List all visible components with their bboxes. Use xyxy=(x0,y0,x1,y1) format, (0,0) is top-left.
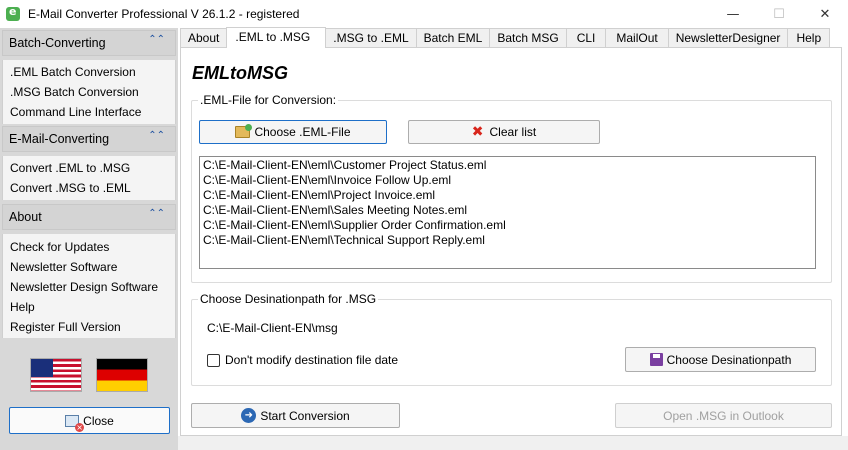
choose-eml-file-button[interactable]: Choose .EML-File xyxy=(199,120,387,144)
sidebar-item-newsletter-software[interactable]: Newsletter Software xyxy=(3,257,175,277)
list-item[interactable]: C:\E-Mail-Client-EN\eml\Supplier Order C… xyxy=(203,218,815,233)
sidebar-item-newsletter-design[interactable]: Newsletter Design Software xyxy=(3,277,175,297)
tab-about[interactable]: About xyxy=(180,28,228,47)
tab-msg-to-eml[interactable]: .MSG to .EML xyxy=(325,28,417,47)
sidebar-item-convert-msg-eml[interactable]: Convert .MSG to .EML xyxy=(3,178,175,198)
sidebar-item-eml-batch[interactable]: .EML Batch Conversion xyxy=(3,62,175,82)
clear-x-icon: ✖ xyxy=(471,124,484,140)
app-logo-icon xyxy=(6,5,20,21)
section-body-batch-converting: .EML Batch Conversion .MSG Batch Convers… xyxy=(2,60,176,124)
us-flag-icon[interactable] xyxy=(30,358,82,392)
destination-group-label: Choose Desinationpath for .MSG xyxy=(198,292,379,306)
tab-bar: About .EML to .MSG .MSG to .EML Batch EM… xyxy=(180,27,831,48)
window-controls: — ☐ ✕ xyxy=(710,0,848,28)
choose-destination-label: Choose Desinationpath xyxy=(666,352,792,367)
close-app-icon xyxy=(65,414,85,432)
sidebar-item-convert-eml-msg[interactable]: Convert .EML to .MSG xyxy=(3,158,175,178)
section-body-about: Check for Updates Newsletter Software Ne… xyxy=(2,234,176,338)
keep-file-date-checkbox[interactable]: Don't modify destination file date xyxy=(207,353,398,367)
eml-file-list[interactable]: C:\E-Mail-Client-EN\eml\Customer Project… xyxy=(199,156,816,269)
section-header-email-converting[interactable]: E-Mail-Converting ⌃⌃ xyxy=(2,126,176,152)
list-item[interactable]: C:\E-Mail-Client-EN\eml\Invoice Follow U… xyxy=(203,173,815,188)
clear-list-button[interactable]: ✖ Clear list xyxy=(408,120,600,144)
choose-destination-button[interactable]: Choose Desinationpath xyxy=(625,347,816,372)
section-body-email-converting: Convert .EML to .MSG Convert .MSG to .EM… xyxy=(2,156,176,200)
tab-mailout[interactable]: MailOut xyxy=(605,28,669,47)
start-conversion-button[interactable]: ➜ Start Conversion xyxy=(191,403,400,428)
bottom-strip xyxy=(178,436,848,450)
section-title: Batch-Converting xyxy=(9,36,106,50)
section-title: E-Mail-Converting xyxy=(9,132,110,146)
language-flags xyxy=(0,344,178,404)
list-item[interactable]: C:\E-Mail-Client-EN\eml\Technical Suppor… xyxy=(203,233,815,248)
arrow-right-icon: ➜ xyxy=(241,408,257,423)
open-msg-outlook-button[interactable]: Open .MSG in Outlook xyxy=(615,403,832,428)
window-title: E-Mail Converter Professional V 26.1.2 -… xyxy=(28,7,300,21)
tab-eml-to-msg[interactable]: .EML to .MSG xyxy=(226,27,327,48)
checkbox-box[interactable] xyxy=(207,353,220,367)
maximize-button[interactable]: ☐ xyxy=(756,0,802,28)
section-header-about[interactable]: About ⌃⌃ xyxy=(2,204,176,230)
close-button[interactable]: Close xyxy=(9,407,170,434)
section-title: About xyxy=(9,210,42,224)
sidebar-item-register[interactable]: Register Full Version xyxy=(3,317,175,337)
sidebar-item-msg-batch[interactable]: .MSG Batch Conversion xyxy=(3,82,175,102)
tab-content-panel: EMLtoMSG .EML-File for Conversion: Choos… xyxy=(180,47,842,436)
title-bar: E-Mail Converter Professional V 26.1.2 -… xyxy=(0,0,848,28)
tab-help[interactable]: Help xyxy=(787,28,831,47)
destination-path-text: C:\E-Mail-Client-EN\msg xyxy=(207,321,338,335)
list-item[interactable]: C:\E-Mail-Client-EN\eml\Customer Project… xyxy=(203,158,815,173)
tab-newsletter-designer[interactable]: NewsletterDesigner xyxy=(667,28,789,47)
sidebar-item-check-updates[interactable]: Check for Updates xyxy=(3,237,175,257)
checkbox-label: Don't modify destination file date xyxy=(225,353,399,367)
collapse-chevron-icon[interactable]: ⌃⌃ xyxy=(148,209,165,219)
clear-list-label: Clear list xyxy=(489,125,537,139)
save-disk-icon xyxy=(649,353,663,366)
sidebar: Batch-Converting ⌃⌃ .EML Batch Conversio… xyxy=(0,28,178,450)
collapse-chevron-icon[interactable]: ⌃⌃ xyxy=(148,131,165,141)
eml-group-label: .EML-File for Conversion: xyxy=(198,93,339,107)
close-window-button[interactable]: ✕ xyxy=(802,0,848,28)
sidebar-item-help[interactable]: Help xyxy=(3,297,175,317)
tab-cli[interactable]: CLI xyxy=(565,28,607,47)
sidebar-item-cli[interactable]: Command Line Interface xyxy=(3,102,175,122)
list-item[interactable]: C:\E-Mail-Client-EN\eml\Project Invoice.… xyxy=(203,188,815,203)
open-msg-outlook-label: Open .MSG in Outlook xyxy=(663,408,784,423)
choose-eml-file-label: Choose .EML-File xyxy=(254,125,351,139)
folder-open-icon xyxy=(235,124,253,138)
collapse-chevron-icon[interactable]: ⌃⌃ xyxy=(148,35,165,45)
section-header-batch-converting[interactable]: Batch-Converting ⌃⌃ xyxy=(2,30,176,56)
tab-batch-eml[interactable]: Batch EML xyxy=(415,28,491,47)
start-conversion-label: Start Conversion xyxy=(260,408,350,423)
close-button-label: Close xyxy=(83,413,114,428)
minimize-button[interactable]: — xyxy=(710,0,756,28)
tab-batch-msg[interactable]: Batch MSG xyxy=(489,28,567,47)
list-item[interactable]: C:\E-Mail-Client-EN\eml\Sales Meeting No… xyxy=(203,203,815,218)
german-flag-icon[interactable] xyxy=(96,358,148,392)
destination-group: Choose Desinationpath for .MSG xyxy=(191,292,832,386)
page-title: EMLtoMSG xyxy=(192,63,288,83)
